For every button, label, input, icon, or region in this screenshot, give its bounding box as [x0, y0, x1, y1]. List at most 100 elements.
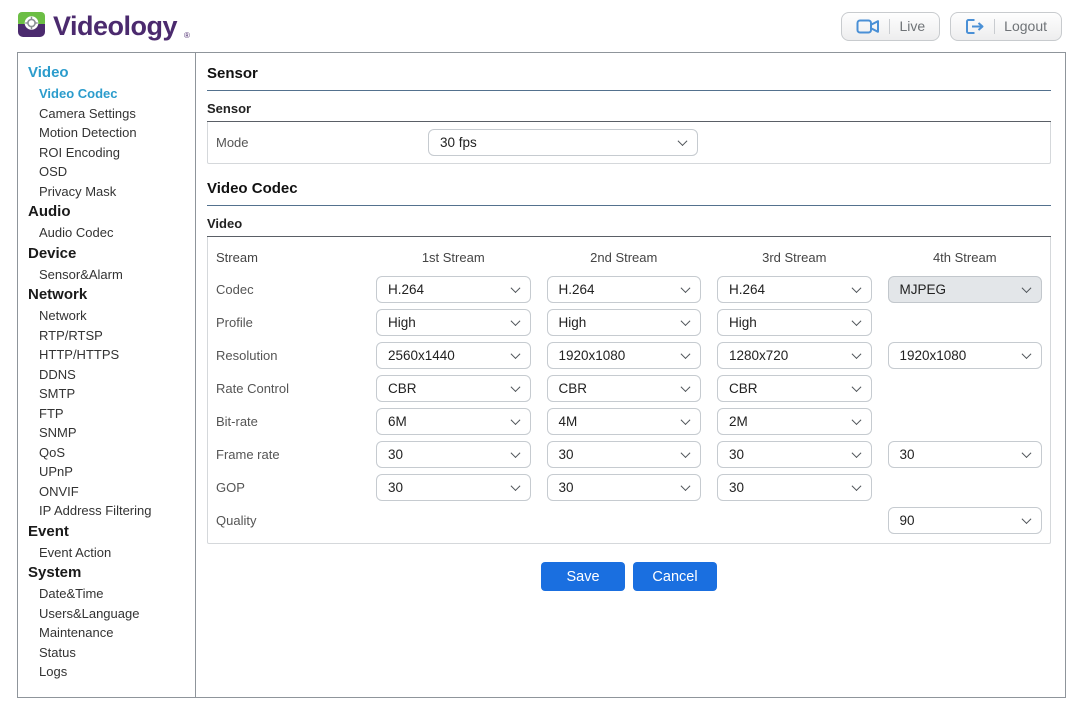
sidebar-item-smtp[interactable]: SMTP [28, 384, 195, 404]
chevron-down-icon [851, 448, 861, 458]
rate-control-select-stream-1[interactable]: CBR [376, 375, 531, 402]
rate-control-value-stream-2: CBR [559, 381, 588, 396]
sidebar-section-network[interactable]: Network [28, 284, 195, 306]
sidebar-section-event[interactable]: Event [28, 521, 195, 543]
rate-control-value-stream-3: CBR [729, 381, 758, 396]
frame-rate-select-stream-1[interactable]: 30 [376, 441, 531, 468]
sidebar-item-network[interactable]: Network [28, 306, 195, 326]
resolution-select-stream-2[interactable]: 1920x1080 [547, 342, 702, 369]
codec-select-stream-3[interactable]: H.264 [717, 276, 872, 303]
sidebar-item-onvif[interactable]: ONVIF [28, 482, 195, 502]
sidebar-item-camera-settings[interactable]: Camera Settings [28, 104, 195, 124]
bit-rate-select-stream-1[interactable]: 6M [376, 408, 531, 435]
codec-value-stream-1: H.264 [388, 282, 424, 297]
exit-arrow-icon [965, 18, 985, 35]
codec-select-stream-2[interactable]: H.264 [547, 276, 702, 303]
registered-mark: ® [184, 31, 190, 40]
chevron-down-icon [851, 415, 861, 425]
cancel-button[interactable]: Cancel [633, 562, 717, 591]
row-label-frame-rate: Frame rate [216, 447, 360, 462]
frame-rate-select-stream-2[interactable]: 30 [547, 441, 702, 468]
sidebar-item-upnp[interactable]: UPnP [28, 462, 195, 482]
empty-cell [888, 405, 1043, 438]
codec-select-stream-1[interactable]: H.264 [376, 276, 531, 303]
chevron-down-icon [681, 415, 691, 425]
frame-rate-value-stream-1: 30 [388, 447, 403, 462]
main-content: Sensor Sensor Mode 30 fps Video Codec Vi… [196, 53, 1065, 697]
sidebar-item-qos[interactable]: QoS [28, 443, 195, 463]
sidebar-item-privacy-mask[interactable]: Privacy Mask [28, 182, 195, 202]
gop-select-stream-3[interactable]: 30 [717, 474, 872, 501]
sidebar-item-roi-encoding[interactable]: ROI Encoding [28, 143, 195, 163]
sidebar-item-status[interactable]: Status [28, 643, 195, 663]
column-header-4th-stream: 4th Stream [888, 242, 1043, 273]
sidebar-item-audio-codec[interactable]: Audio Codec [28, 223, 195, 243]
sidebar-item-event-action[interactable]: Event Action [28, 543, 195, 563]
sensor-section-title: Sensor [207, 63, 1051, 91]
sidebar-item-video-codec[interactable]: Video Codec [28, 84, 195, 104]
sidebar-item-osd[interactable]: OSD [28, 162, 195, 182]
sidebar-item-ftp[interactable]: FTP [28, 404, 195, 424]
sensor-mode-select[interactable]: 30 fps [428, 129, 698, 156]
codec-value-stream-3: H.264 [729, 282, 765, 297]
bit-rate-value-stream-1: 6M [388, 414, 407, 429]
frame-rate-value-stream-3: 30 [729, 447, 744, 462]
sidebar-item-snmp[interactable]: SNMP [28, 423, 195, 443]
profile-select-stream-3[interactable]: High [717, 309, 872, 336]
logout-button-label: Logout [1004, 18, 1047, 34]
frame-rate-select-stream-4[interactable]: 30 [888, 441, 1043, 468]
rate-control-select-stream-3[interactable]: CBR [717, 375, 872, 402]
sidebar-section-system[interactable]: System [28, 562, 195, 584]
sidebar-section-video[interactable]: Video [28, 62, 195, 84]
codec-value-stream-2: H.264 [559, 282, 595, 297]
chevron-down-icon [510, 349, 520, 359]
logout-button[interactable]: Logout [950, 12, 1062, 41]
sidebar-item-motion-detection[interactable]: Motion Detection [28, 123, 195, 143]
resolution-select-stream-1[interactable]: 2560x1440 [376, 342, 531, 369]
bit-rate-select-stream-2[interactable]: 4M [547, 408, 702, 435]
live-button-label: Live [899, 18, 925, 34]
resolution-value-stream-4: 1920x1080 [900, 348, 967, 363]
brand-name: Videology [53, 11, 177, 41]
chevron-down-icon [681, 448, 691, 458]
resolution-select-stream-3[interactable]: 1280x720 [717, 342, 872, 369]
frame-rate-value-stream-2: 30 [559, 447, 574, 462]
rate-control-select-stream-2[interactable]: CBR [547, 375, 702, 402]
live-button[interactable]: Live [841, 12, 940, 41]
chevron-down-icon [510, 448, 520, 458]
quality-select-stream-4[interactable]: 90 [888, 507, 1043, 534]
chevron-down-icon [851, 382, 861, 392]
sidebar-item-rtp-rtsp[interactable]: RTP/RTSP [28, 326, 195, 346]
resolution-select-stream-4[interactable]: 1920x1080 [888, 342, 1043, 369]
sidebar-section-audio[interactable]: Audio [28, 201, 195, 223]
sidebar-section-device[interactable]: Device [28, 243, 195, 265]
column-header-1st-stream: 1st Stream [376, 242, 531, 273]
chevron-down-icon [678, 136, 688, 146]
row-label-profile: Profile [216, 315, 360, 330]
quality-value-stream-4: 90 [900, 513, 915, 528]
bit-rate-select-stream-3[interactable]: 2M [717, 408, 872, 435]
save-button[interactable]: Save [541, 562, 625, 591]
sidebar-item-ip-address-filtering[interactable]: IP Address Filtering [28, 501, 195, 521]
chevron-down-icon [681, 316, 691, 326]
sidebar-item-logs[interactable]: Logs [28, 662, 195, 682]
column-header-2nd-stream: 2nd Stream [547, 242, 702, 273]
profile-select-stream-2[interactable]: High [547, 309, 702, 336]
sidebar-item-users-language[interactable]: Users&Language [28, 604, 195, 624]
profile-value-stream-3: High [729, 315, 757, 330]
gop-select-stream-2[interactable]: 30 [547, 474, 702, 501]
sidebar-item-maintenance[interactable]: Maintenance [28, 623, 195, 643]
gop-select-stream-1[interactable]: 30 [376, 474, 531, 501]
column-header-stream: Stream [216, 242, 360, 273]
sidebar-item-http-https[interactable]: HTTP/HTTPS [28, 345, 195, 365]
sidebar-item-sensor-alarm[interactable]: Sensor&Alarm [28, 265, 195, 285]
row-label-resolution: Resolution [216, 348, 360, 363]
sidebar-item-date-time[interactable]: Date&Time [28, 584, 195, 604]
chevron-down-icon [510, 382, 520, 392]
app-frame: Video Video Codec Camera Settings Motion… [17, 52, 1066, 698]
profile-select-stream-1[interactable]: High [376, 309, 531, 336]
frame-rate-value-stream-4: 30 [900, 447, 915, 462]
frame-rate-select-stream-3[interactable]: 30 [717, 441, 872, 468]
sidebar-item-ddns[interactable]: DDNS [28, 365, 195, 385]
codec-select-stream-4[interactable]: MJPEG [888, 276, 1043, 303]
